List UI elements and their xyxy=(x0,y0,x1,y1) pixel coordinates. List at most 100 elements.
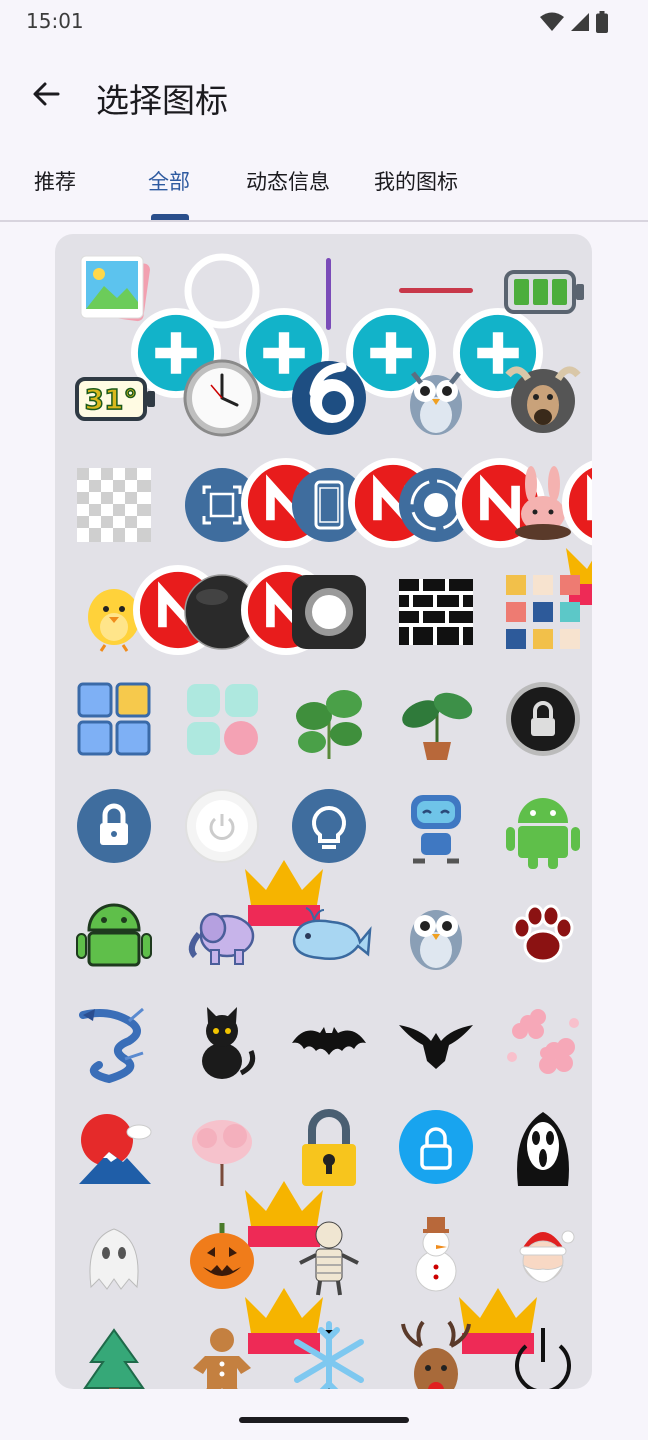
icon-option-android-icon[interactable] xyxy=(498,781,588,871)
gingerbread-icon xyxy=(177,1316,267,1389)
icon-option-number-6-icon[interactable] xyxy=(284,353,374,443)
icon-option-vertical-line-icon[interactable] xyxy=(284,246,436,398)
tab-bar: 推荐 全部 动态信息 我的图标 xyxy=(0,150,648,222)
icon-option-light-bulb-icon[interactable] xyxy=(284,781,374,871)
scream-mask-icon xyxy=(498,1102,588,1192)
dark-lock-icon xyxy=(498,674,588,764)
moose-icon xyxy=(498,353,588,443)
icon-option-elephant-icon[interactable] xyxy=(177,888,267,978)
icon-option-santa-icon[interactable] xyxy=(498,1209,588,1299)
icon-option-snowman-icon[interactable] xyxy=(391,1209,537,1354)
icon-option-monstera-plant-icon[interactable] xyxy=(284,674,374,764)
icon-option-mount-fuji-icon[interactable] xyxy=(69,1102,159,1192)
tab-my-icons[interactable]: 我的图标 xyxy=(374,166,458,196)
tab-recommended[interactable]: 推荐 xyxy=(34,166,76,196)
icon-option-transparent-icon[interactable] xyxy=(69,460,159,550)
icon-option-battery-icon[interactable] xyxy=(498,246,588,336)
icon-option-screenshot-scan-icon[interactable] xyxy=(177,458,331,550)
icon-option-eagle-icon[interactable] xyxy=(391,995,481,1085)
signal-icon xyxy=(570,12,590,36)
sakura-icon xyxy=(498,995,588,1085)
icon-option-gingerbread-icon[interactable] xyxy=(177,1316,267,1389)
reindeer-icon xyxy=(391,1316,481,1389)
android-outline-icon xyxy=(69,888,159,978)
owl-icon-2 xyxy=(391,888,481,978)
icon-option-dark-lock-icon[interactable] xyxy=(498,674,588,764)
icon-option-robot-icon[interactable] xyxy=(391,781,481,871)
icon-option-mummy-icon[interactable] xyxy=(284,1209,374,1299)
icon-option-owl-icon[interactable] xyxy=(391,353,481,443)
icon-option-scream-mask-icon[interactable] xyxy=(498,1102,588,1192)
icon-option-power-icon[interactable] xyxy=(498,1316,588,1389)
icon-option-owl-icon-2[interactable] xyxy=(391,888,481,978)
elephant-icon xyxy=(177,888,267,978)
lock-circle-icon xyxy=(391,1102,481,1192)
light-bulb-icon xyxy=(284,781,374,871)
brick-wall-icon xyxy=(391,567,481,657)
svg-text:31°: 31° xyxy=(85,383,138,416)
page-title: 选择图标 xyxy=(96,81,228,120)
icon-option-dragon-icon[interactable] xyxy=(69,995,159,1085)
icon-option-paw-icon[interactable] xyxy=(498,888,588,978)
dragon-icon xyxy=(69,995,159,1085)
icon-option-ring-outline-icon[interactable] xyxy=(177,246,329,398)
tab-indicator xyxy=(151,214,189,220)
icon-option-photo-gallery-icon[interactable] xyxy=(69,246,221,398)
icon-option-horizontal-line-icon[interactable] xyxy=(391,246,543,398)
power-icon xyxy=(498,1316,588,1389)
icon-option-pumpkin-icon[interactable] xyxy=(177,1209,323,1354)
icon-option-power-button-icon[interactable] xyxy=(177,781,323,926)
icon-option-black-cat-icon[interactable] xyxy=(177,995,267,1085)
icon-option-bat-icon[interactable] xyxy=(284,995,374,1085)
transparent-icon xyxy=(69,460,159,550)
icon-option-potted-plant-icon[interactable] xyxy=(391,674,481,764)
icon-option-assistive-touch-icon[interactable] xyxy=(284,567,374,657)
robot-icon xyxy=(391,781,481,871)
color-palette-icon xyxy=(498,567,588,657)
mint-grid-icon xyxy=(177,674,267,764)
icon-option-mint-grid-icon[interactable] xyxy=(177,674,267,764)
battery-status-icon xyxy=(596,11,608,37)
assistive-touch-icon xyxy=(284,567,374,657)
icon-option-padlock-icon[interactable] xyxy=(284,1102,374,1192)
icon-option-snowflake-icon[interactable] xyxy=(284,1316,374,1389)
icon-option-calendar-31-battery-icon[interactable]: 31° xyxy=(69,353,159,443)
icon-option-ghost-icon[interactable] xyxy=(69,1209,159,1299)
mount-fuji-icon xyxy=(69,1102,159,1192)
icon-option-chick-icon[interactable] xyxy=(69,565,223,657)
calendar-31-battery-icon: 31° xyxy=(69,353,159,443)
icon-option-lock-icon[interactable] xyxy=(69,781,159,871)
icon-option-analog-clock-icon[interactable] xyxy=(177,353,267,443)
number-6-icon xyxy=(284,353,374,443)
icon-option-android-outline-icon[interactable] xyxy=(69,888,159,978)
paw-icon xyxy=(498,888,588,978)
bat-icon xyxy=(284,995,374,1085)
icon-option-brick-wall-icon[interactable] xyxy=(391,567,481,657)
icon-option-lock-circle-icon[interactable] xyxy=(391,1102,481,1192)
icon-option-christmas-tree-icon[interactable] xyxy=(69,1316,159,1389)
wifi-icon xyxy=(540,12,564,36)
icon-option-cherry-tree-icon[interactable] xyxy=(177,1102,323,1247)
app-bar: 选择图标 xyxy=(0,54,648,144)
icon-grid: 31° xyxy=(55,234,592,1389)
lock-icon xyxy=(69,781,159,871)
icon-option-phone-frame-icon[interactable] xyxy=(284,458,438,550)
icon-option-reindeer-icon[interactable] xyxy=(391,1316,481,1389)
icon-option-whale-icon[interactable] xyxy=(284,888,374,978)
icon-option-sakura-icon[interactable] xyxy=(498,995,588,1085)
icon-option-black-ball-icon[interactable] xyxy=(177,565,331,657)
back-button[interactable] xyxy=(24,74,68,118)
black-cat-icon xyxy=(177,995,267,1085)
icon-option-blue-grid-icon[interactable] xyxy=(69,674,159,764)
icon-option-color-palette-icon[interactable] xyxy=(498,567,588,657)
icon-option-record-button-icon[interactable] xyxy=(391,458,545,550)
icon-option-bunny-icon[interactable] xyxy=(498,460,592,605)
tab-all[interactable]: 全部 xyxy=(148,166,190,196)
blue-grid-icon xyxy=(69,674,159,764)
eagle-icon xyxy=(391,995,481,1085)
tab-dynamic-info[interactable]: 动态信息 xyxy=(246,166,330,196)
monstera-plant-icon xyxy=(284,674,374,764)
status-bar: 15:01 xyxy=(0,0,648,48)
icon-option-moose-icon[interactable] xyxy=(498,353,588,443)
potted-plant-icon xyxy=(391,674,481,764)
